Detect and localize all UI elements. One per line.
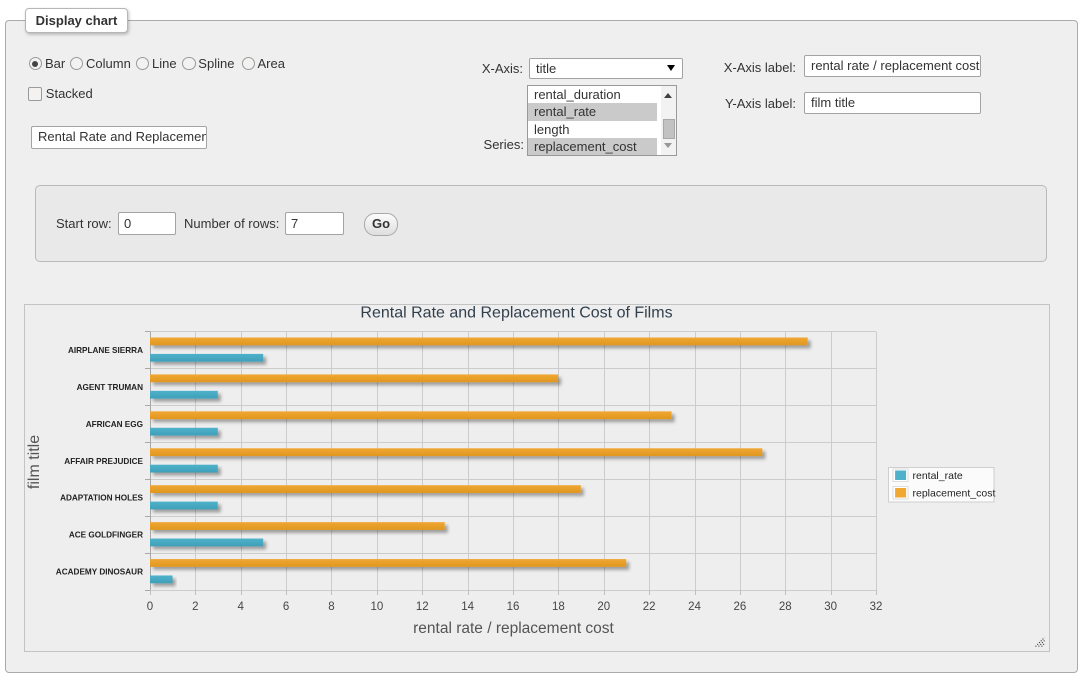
svg-text:22: 22 [643,601,656,613]
svg-text:AGENT TRUMAN: AGENT TRUMAN [77,383,143,392]
svg-text:26: 26 [733,601,746,613]
svg-text:rental_rate: rental_rate [913,470,963,482]
svg-text:ACE GOLDFINGER: ACE GOLDFINGER [69,531,143,540]
svg-text:18: 18 [552,601,565,613]
svg-text:32: 32 [870,601,883,613]
svg-text:2: 2 [192,601,198,613]
svg-text:AIRPLANE SIERRA: AIRPLANE SIERRA [68,346,143,355]
svg-text:replacement_cost: replacement_cost [913,488,996,500]
svg-text:24: 24 [688,601,701,613]
svg-text:10: 10 [370,601,383,613]
svg-text:30: 30 [824,601,837,613]
svg-text:12: 12 [416,601,429,613]
svg-text:0: 0 [147,601,153,613]
svg-text:6: 6 [283,601,289,613]
svg-text:8: 8 [328,601,334,613]
svg-text:ACADEMY DINOSAUR: ACADEMY DINOSAUR [56,568,143,577]
svg-text:20: 20 [597,601,610,613]
svg-text:rental rate / replacement cost: rental rate / replacement cost [413,620,614,637]
svg-text:ADAPTATION HOLES: ADAPTATION HOLES [60,494,143,503]
svg-text:film title: film title [26,435,43,489]
svg-text:14: 14 [461,601,474,613]
svg-text:28: 28 [779,601,792,613]
svg-text:AFRICAN EGG: AFRICAN EGG [86,420,143,429]
svg-text:4: 4 [238,601,245,613]
svg-text:AFFAIR PREJUDICE: AFFAIR PREJUDICE [64,457,143,466]
svg-text:16: 16 [507,601,520,613]
svg-text:Rental Rate and Replacement Co: Rental Rate and Replacement Cost of Film… [360,305,672,322]
